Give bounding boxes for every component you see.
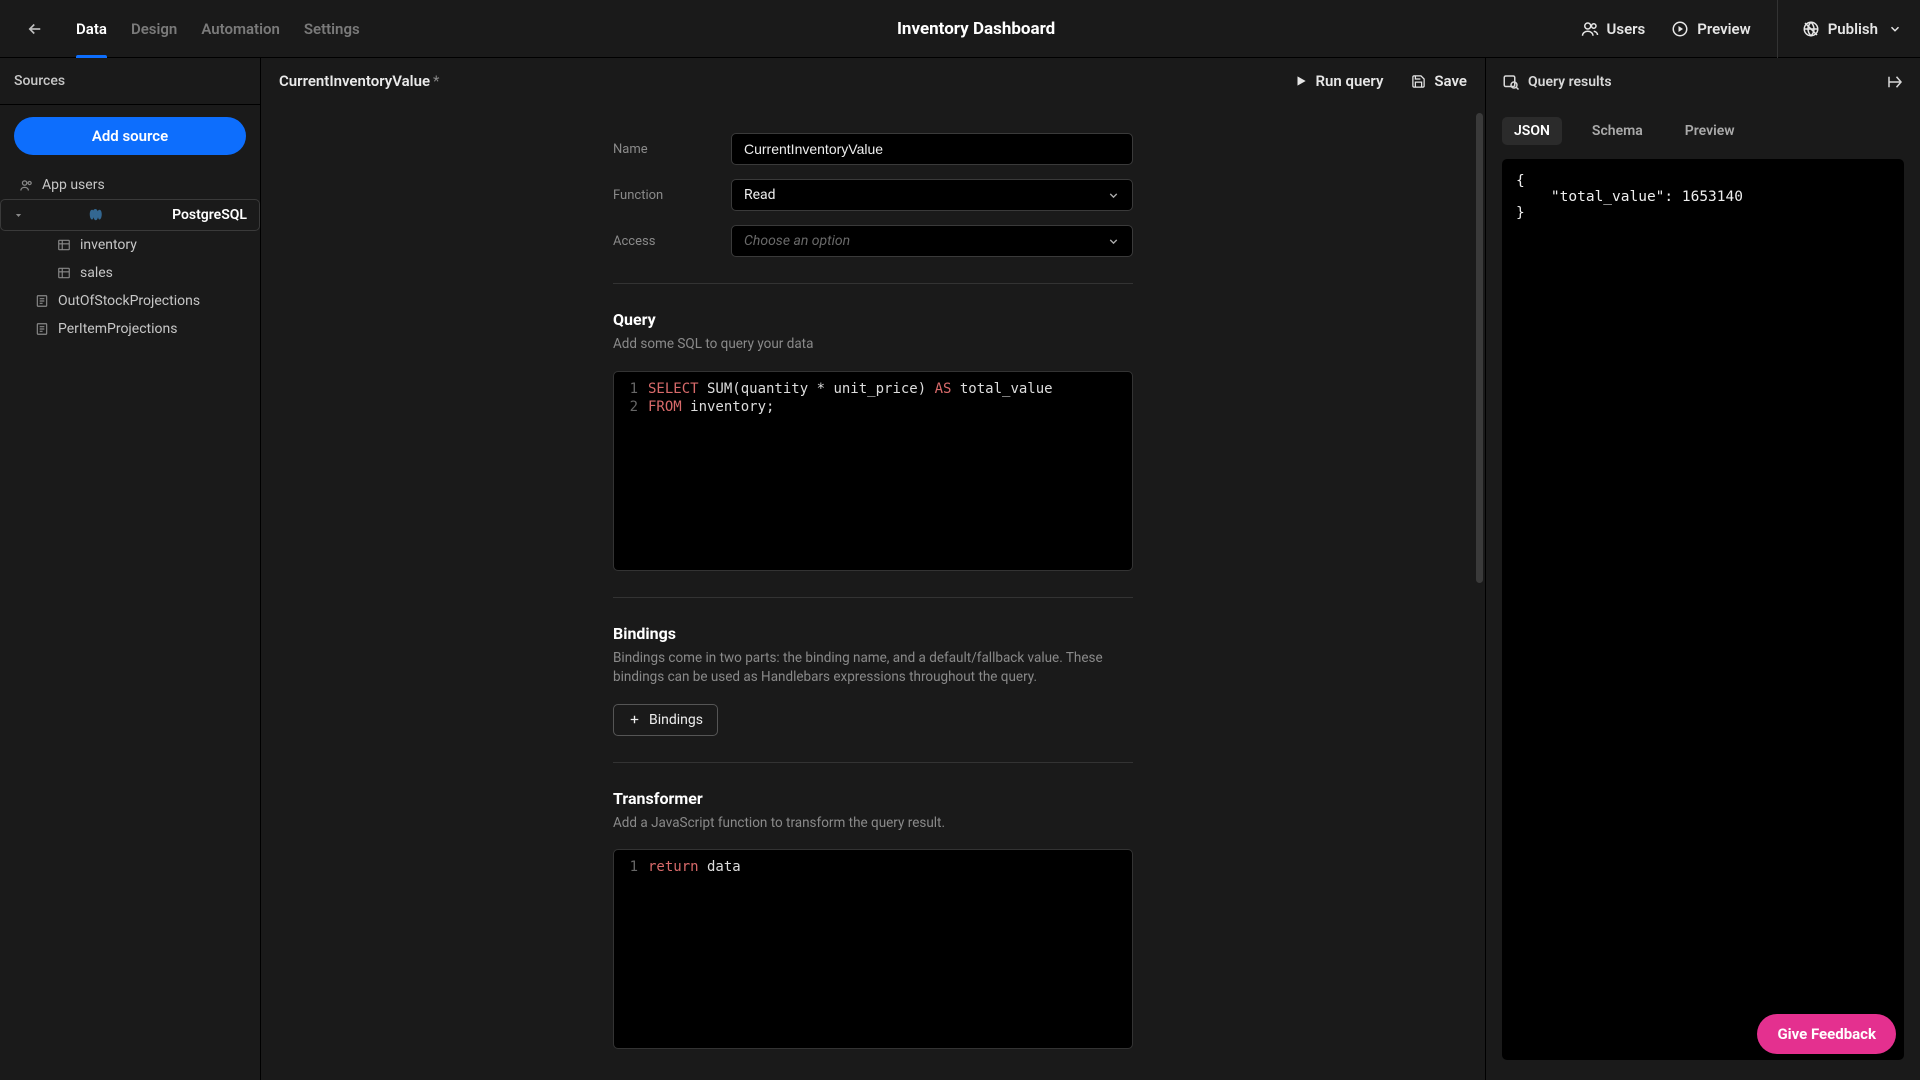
query-section-sub: Add some SQL to query your data bbox=[613, 335, 1133, 355]
results-json[interactable]: { "total_value": 1653140 } bbox=[1502, 159, 1904, 1060]
breadcrumb-query-name: CurrentInventoryValue bbox=[279, 72, 430, 90]
table-icon bbox=[56, 265, 72, 281]
postgresql-icon bbox=[89, 209, 107, 222]
access-select[interactable]: Choose an option bbox=[731, 225, 1133, 257]
save-icon bbox=[1411, 74, 1426, 89]
chevron-down-icon bbox=[13, 211, 23, 220]
query-label: OutOfStockProjections bbox=[58, 293, 200, 309]
sidebar-title: Sources bbox=[0, 58, 260, 105]
tab-data[interactable]: Data bbox=[64, 0, 119, 58]
publish-button[interactable]: Publish bbox=[1777, 0, 1902, 58]
sources-sidebar: Sources Add source App users PostgreSQL … bbox=[0, 58, 261, 1080]
sql-editor[interactable]: 1SELECT SUM(quantity * unit_price) AS to… bbox=[613, 371, 1133, 571]
transformer-editor[interactable]: 1return data bbox=[613, 849, 1133, 1049]
play-circle-icon bbox=[1671, 20, 1689, 38]
save-label: Save bbox=[1434, 72, 1467, 90]
bindings-label: Bindings bbox=[649, 712, 703, 728]
divider bbox=[613, 597, 1133, 598]
table-icon bbox=[56, 237, 72, 253]
users-label: Users bbox=[1607, 20, 1646, 38]
query-icon bbox=[34, 321, 50, 337]
results-panel: Query results JSON Schema Preview { "tot… bbox=[1486, 58, 1920, 1080]
results-tab-preview[interactable]: Preview bbox=[1673, 117, 1747, 145]
users-button[interactable]: Users bbox=[1581, 20, 1646, 38]
editor-panel: CurrentInventoryValue* Run query Save Na… bbox=[261, 58, 1486, 1080]
run-label: Run query bbox=[1316, 72, 1384, 90]
bindings-section-sub: Bindings come in two parts: the binding … bbox=[613, 649, 1133, 688]
arrow-left-icon bbox=[26, 20, 44, 38]
query-oos[interactable]: OutOfStockProjections bbox=[0, 287, 260, 315]
name-input[interactable] bbox=[731, 133, 1133, 165]
give-feedback-button[interactable]: Give Feedback bbox=[1757, 1014, 1896, 1054]
app-title: Inventory Dashboard bbox=[372, 19, 1581, 39]
function-select[interactable]: Read bbox=[731, 179, 1133, 211]
table-label: inventory bbox=[80, 237, 137, 253]
chevron-down-icon bbox=[1888, 22, 1902, 36]
divider bbox=[613, 283, 1133, 284]
bindings-button[interactable]: Bindings bbox=[613, 704, 718, 736]
scrollbar[interactable] bbox=[1476, 113, 1483, 1080]
results-tab-schema[interactable]: Schema bbox=[1580, 117, 1655, 145]
unsaved-indicator: * bbox=[433, 72, 439, 90]
table-inventory[interactable]: inventory bbox=[0, 231, 260, 259]
results-tab-json[interactable]: JSON bbox=[1502, 117, 1562, 145]
source-label: PostgreSQL bbox=[172, 207, 247, 223]
name-label: Name bbox=[613, 142, 731, 157]
play-icon bbox=[1294, 74, 1308, 88]
query-icon bbox=[34, 293, 50, 309]
query-label: PerItemProjections bbox=[58, 321, 177, 337]
transformer-section-title: Transformer bbox=[613, 789, 1133, 808]
bindings-section-title: Bindings bbox=[613, 624, 1133, 643]
users-icon bbox=[1581, 20, 1599, 38]
source-label: App users bbox=[42, 177, 105, 193]
chevron-down-icon bbox=[1107, 235, 1120, 248]
table-label: sales bbox=[80, 265, 113, 281]
back-button[interactable] bbox=[24, 18, 46, 40]
source-app-users[interactable]: App users bbox=[0, 171, 260, 199]
top-tabs: Data Design Automation Settings bbox=[64, 0, 372, 58]
query-section-title: Query bbox=[613, 310, 1133, 329]
preview-label: Preview bbox=[1697, 20, 1750, 38]
save-button[interactable]: Save bbox=[1411, 72, 1467, 90]
tab-settings[interactable]: Settings bbox=[292, 0, 372, 58]
chevron-down-icon bbox=[1107, 189, 1120, 202]
transformer-section-sub: Add a JavaScript function to transform t… bbox=[613, 814, 1133, 834]
table-sales[interactable]: sales bbox=[0, 259, 260, 287]
top-bar: Data Design Automation Settings Inventor… bbox=[0, 0, 1920, 58]
sources-tree: App users PostgreSQL inventory sales Out… bbox=[0, 167, 260, 347]
function-value: Read bbox=[744, 187, 776, 203]
query-peritem[interactable]: PerItemProjections bbox=[0, 315, 260, 343]
access-label: Access bbox=[613, 234, 731, 249]
source-postgresql[interactable]: PostgreSQL bbox=[0, 199, 260, 231]
results-title: Query results bbox=[1528, 74, 1612, 90]
access-placeholder: Choose an option bbox=[744, 233, 850, 249]
divider bbox=[613, 762, 1133, 763]
tab-automation[interactable]: Automation bbox=[189, 0, 292, 58]
results-tabs: JSON Schema Preview bbox=[1486, 105, 1920, 145]
plus-icon bbox=[628, 713, 641, 726]
preview-button[interactable]: Preview bbox=[1671, 20, 1750, 38]
collapse-icon[interactable] bbox=[1886, 73, 1904, 91]
run-query-button[interactable]: Run query bbox=[1294, 72, 1384, 90]
add-source-button[interactable]: Add source bbox=[14, 117, 246, 155]
magnify-code-icon bbox=[1502, 73, 1520, 91]
publish-label: Publish bbox=[1828, 20, 1878, 38]
tab-design[interactable]: Design bbox=[119, 0, 189, 58]
users-icon bbox=[18, 177, 34, 193]
function-label: Function bbox=[613, 188, 731, 203]
globe-off-icon bbox=[1802, 20, 1820, 38]
